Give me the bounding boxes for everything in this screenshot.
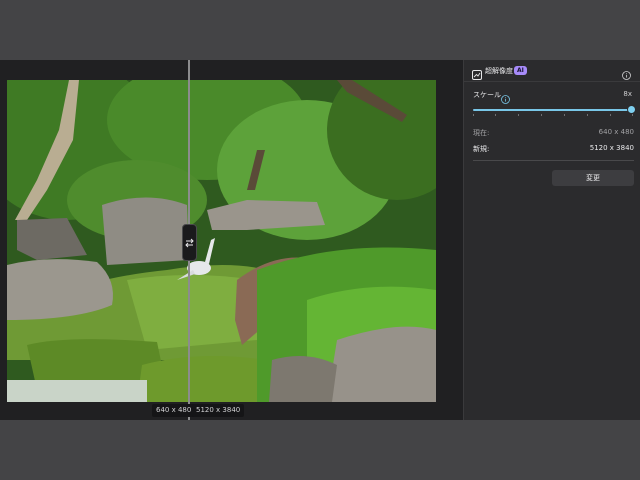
- compare-handle[interactable]: [182, 224, 197, 261]
- info-icon[interactable]: [622, 65, 631, 84]
- original-size-label: 640 x 480: [152, 404, 196, 417]
- scale-slider[interactable]: [473, 104, 636, 117]
- slider-tick: [541, 114, 542, 116]
- slider-tick: [610, 114, 611, 116]
- current-size-row: 現在: 640 x 480: [473, 128, 634, 138]
- slider-tick: [587, 114, 588, 116]
- current-size-value: 640 x 480: [598, 128, 634, 136]
- upscaled-size-label: 5120 x 3840: [192, 404, 245, 417]
- new-size-row: 新規: 5120 x 3840: [473, 144, 634, 154]
- canvas-area: 640 x 480 5120 x 3840: [0, 60, 463, 420]
- current-size-label: 現在:: [473, 129, 490, 137]
- garden-photo: [7, 80, 436, 402]
- apply-button[interactable]: 変更: [552, 170, 634, 186]
- scale-value: 8x: [623, 90, 632, 98]
- swap-arrows-icon: [185, 238, 194, 247]
- ai-badge: AI: [514, 66, 527, 75]
- slider-track: [473, 109, 633, 111]
- slider-tick: [473, 114, 474, 116]
- slider-tick: [564, 114, 565, 116]
- new-size-label: 新規:: [473, 145, 490, 153]
- slider-tick: [518, 114, 519, 116]
- super-resolution-icon: [472, 65, 482, 84]
- panel-header: 超解像度 AI: [464, 60, 640, 82]
- app-window: 640 x 480 5120 x 3840 超解像度 AI スケール 8x 現在…: [0, 60, 640, 420]
- photo-preview[interactable]: [7, 80, 436, 402]
- panel-title: 超解像度: [485, 67, 513, 75]
- new-size-value: 5120 x 3840: [589, 144, 634, 152]
- slider-thumb[interactable]: [627, 105, 636, 114]
- slider-tick: [632, 114, 633, 116]
- super-resolution-panel: 超解像度 AI スケール 8x 現在: 640 x 480 新規: 5120 x…: [463, 60, 640, 420]
- slider-ticks: [473, 114, 633, 117]
- divider: [473, 160, 634, 161]
- slider-tick: [495, 114, 496, 116]
- scale-label: スケール: [473, 91, 501, 99]
